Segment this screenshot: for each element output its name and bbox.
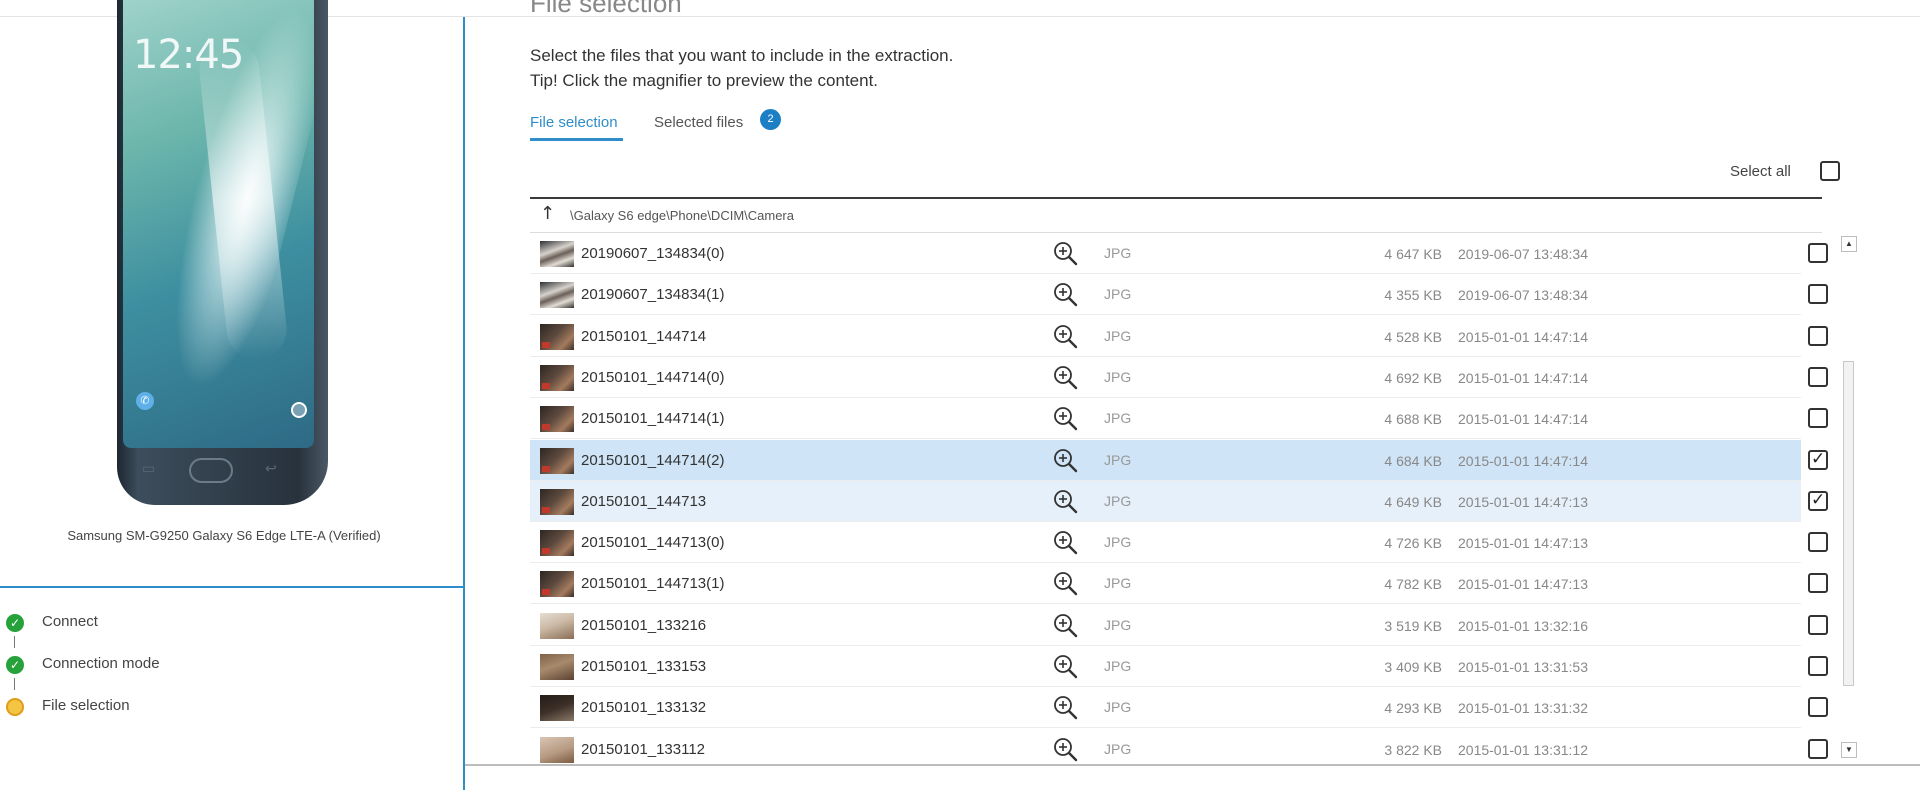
file-checkbox[interactable] [1808,408,1828,429]
file-checkbox[interactable] [1808,738,1828,759]
file-size: 4 688 KB [1384,411,1442,428]
file-date: 2015-01-01 13:31:32 [1458,700,1588,717]
file-date: 2015-01-01 13:32:16 [1458,617,1588,634]
phone-call-icon: ✆ [136,392,154,410]
file-date: 2015-01-01 14:47:14 [1458,411,1588,428]
main-content: File selection Select the files that you… [465,0,1920,790]
pending-circle-icon [6,698,24,716]
file-date: 2015-01-01 14:47:14 [1458,452,1588,469]
file-checkbox[interactable] [1808,614,1828,635]
file-checkbox[interactable] [1808,656,1828,676]
folder-path: \Galaxy S6 edge\Phone\DCIM\Camera [570,208,794,223]
file-date: 2015-01-01 14:47:14 [1458,369,1588,386]
bottom-divider [465,764,1920,766]
file-size: 4 692 KB [1384,369,1442,386]
file-size: 4 528 KB [1384,328,1442,345]
table-row[interactable]: 20150101_144714 JPG 4 528 KB 2015-01-01 14:… [530,316,1828,357]
table-row[interactable]: 20150101_144713(0) JPG 4 726 KB 2015-01-01 … [530,522,1828,564]
page-title-text: File selection [530,0,682,18]
device-image: 12:45 ✆ ▭ ↩ [117,0,328,505]
file-date: 2015-01-01 14:47:13 [1458,535,1588,552]
file-list: 20190607_134834(0) JPG 4 647 KB 2019-06-07 … [530,233,1839,763]
scroll-up-button[interactable]: ▲ [1841,236,1857,252]
file-checkbox[interactable] [1808,325,1828,346]
file-checkbox[interactable] [1808,490,1828,511]
step-label: File selection [42,697,130,714]
table-row[interactable]: 20150101_133153 JPG 3 409 KB 2015-01-01 13:… [530,646,1828,687]
table-row[interactable]: 20150101_133216 JPG 3 519 KB 2015-01-01 13:… [530,605,1828,646]
step-label: Connection mode [42,655,160,672]
tip-text: Tip! Click the magnifier to preview the … [530,71,879,90]
table-row[interactable]: 20190607_134834(1) JPG 4 355 KB 2019-06-07 … [530,274,1828,316]
panel-divider [0,586,464,588]
file-checkbox[interactable] [1808,449,1828,470]
file-date: 2015-01-01 14:47:13 [1458,493,1588,510]
file-date: 2019-06-07 13:48:34 [1458,287,1588,304]
file-size: 4 782 KB [1384,576,1442,593]
scroll-down-button[interactable]: ▼ [1841,742,1857,758]
table-row[interactable]: 20150101_144713 JPG 4 649 KB 2015-01-01 14:… [530,480,1828,522]
instruction-text: Select the files that you want to includ… [530,46,954,65]
camera-icon [291,402,307,418]
check-circle-icon: ✓ [6,614,24,632]
check-circle-icon: ✓ [6,656,24,674]
table-row[interactable]: 20190607_134834(0) JPG 4 647 KB 2019-06-07 … [530,233,1828,274]
table-row[interactable]: 20150101_144714(1) JPG 4 688 KB 2015-01-01 … [530,398,1828,440]
device-screen: 12:45 ✆ [123,0,314,448]
file-size: 3 519 KB [1384,617,1442,634]
device-name: Samsung SM-G9250 Galaxy S6 Edge LTE-A (V… [67,528,381,543]
file-size: 4 649 KB [1384,493,1442,510]
scrollbar[interactable]: ▲ ▼ [1839,233,1857,763]
file-date: 2015-01-01 13:31:12 [1458,741,1588,758]
file-size: 4 293 KB [1384,700,1442,717]
file-checkbox[interactable] [1808,573,1828,594]
table-row[interactable]: 20150101_133132 JPG 4 293 KB 2015-01-01 13:… [530,687,1828,729]
active-tab-indicator [530,138,623,141]
file-date: 2015-01-01 14:47:14 [1458,328,1588,345]
step-connector [14,678,15,690]
tab-selected-files[interactable]: Selected files [654,114,743,131]
file-checkbox[interactable] [1808,243,1828,263]
step-label: Connect [42,613,98,630]
file-date: 2015-01-01 13:31:53 [1458,659,1588,675]
file-date: 2019-06-07 13:48:34 [1458,246,1588,262]
file-checkbox[interactable] [1808,532,1828,553]
select-all-checkbox[interactable] [1820,161,1840,181]
nav-recent-icon: ▭ [142,460,156,476]
file-size: 4 355 KB [1384,287,1442,304]
nav-back-icon: ↩ [265,460,277,476]
file-size: 4 684 KB [1384,452,1442,469]
table-row[interactable]: 20150101_133112 JPG 3 822 KB 2015-01-01 13:… [530,729,1828,763]
file-date: 2015-01-01 14:47:13 [1458,576,1588,593]
file-size: 3 409 KB [1384,659,1442,675]
table-row[interactable]: 20150101_144714(0) JPG 4 692 KB 2015-01-01 … [530,357,1828,398]
file-size: 4 726 KB [1384,535,1442,552]
select-all[interactable]: Select all [1730,160,1845,184]
table-row[interactable]: 20150101_144713(1) JPG 4 782 KB 2015-01-01 … [530,563,1828,605]
home-button-icon [189,458,233,483]
page-title: File selection [530,0,690,20]
file-checkbox[interactable] [1808,284,1828,305]
select-all-label: Select all [1730,163,1791,180]
breadcrumb: ↑ \Galaxy S6 edge\Phone\DCIM\Camera [530,199,1822,233]
tab-file-selection[interactable]: File selection [530,114,618,131]
arrow-up-icon[interactable]: ↑ [540,203,555,224]
file-checkbox[interactable] [1808,697,1828,718]
file-size: 4 647 KB [1384,246,1442,262]
device-clock: 12:45 [133,32,244,78]
scrollbar-thumb[interactable] [1843,361,1854,686]
device-panel: 12:45 ✆ ▭ ↩ Samsung SM-G9250 Galaxy S6 E… [0,0,464,790]
file-size: 3 822 KB [1384,741,1442,758]
file-checkbox[interactable] [1808,366,1828,387]
table-row[interactable]: 20150101_144714(2) JPG 4 684 KB 2015-01-01 … [530,439,1828,481]
selected-count-badge: 2 [760,109,781,130]
step-connector [14,636,15,648]
